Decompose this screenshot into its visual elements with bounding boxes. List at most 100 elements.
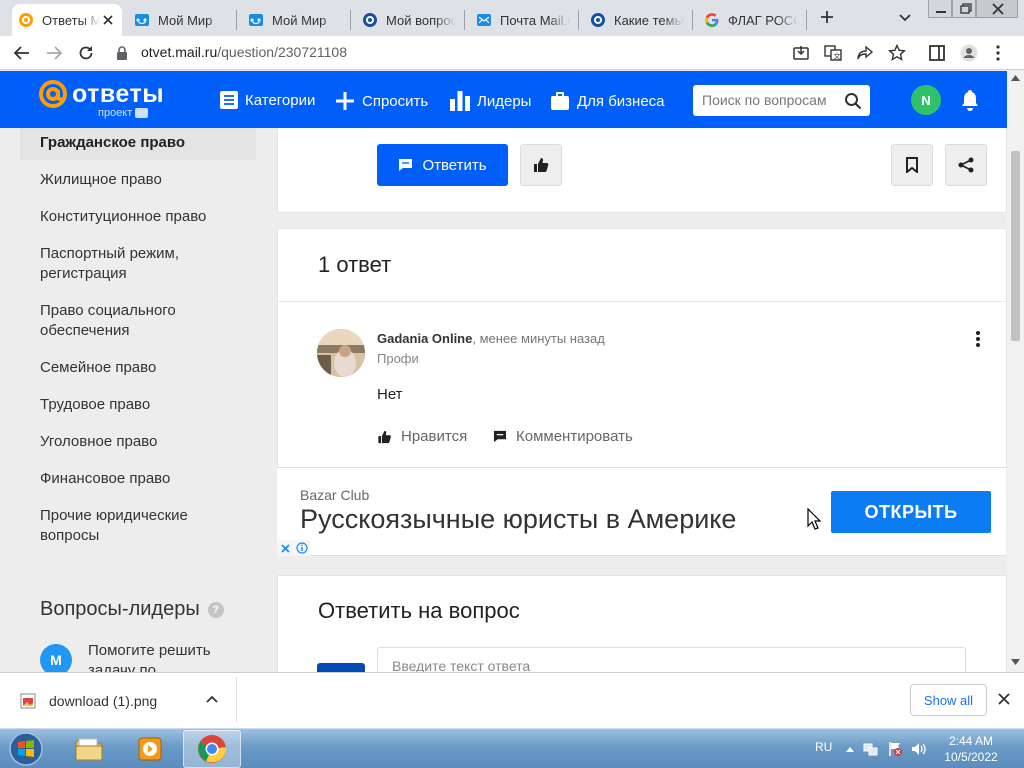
browser-menu-icon[interactable] bbox=[994, 44, 1002, 62]
taskbar-explorer[interactable] bbox=[60, 730, 118, 768]
tab-moimir-2[interactable]: Мой Мир bbox=[242, 4, 348, 36]
bookmark-button[interactable] bbox=[891, 144, 933, 186]
system-clock[interactable]: 2:44 AM 10/5/2022 bbox=[940, 733, 1002, 765]
tab-search-chevron-icon[interactable] bbox=[897, 9, 913, 25]
new-tab-plus-icon[interactable] bbox=[816, 6, 838, 28]
action-center-flag-icon[interactable] bbox=[887, 741, 903, 757]
sidebar-item-criminal-law[interactable]: Уголовное право bbox=[20, 432, 256, 452]
clock-time: 2:44 AM bbox=[948, 734, 994, 748]
forward-arrow-icon[interactable] bbox=[45, 44, 63, 62]
profile-icon[interactable] bbox=[960, 44, 978, 62]
scrollbar-thumb[interactable] bbox=[1011, 151, 1020, 341]
sidebar-item-passport-registration[interactable]: Паспортный режим, регистрация bbox=[20, 244, 256, 284]
like-question-button[interactable] bbox=[520, 144, 562, 186]
language-indicator[interactable]: RU bbox=[815, 740, 832, 754]
minimize-button[interactable] bbox=[928, 0, 952, 18]
nav-label: Категории bbox=[245, 91, 316, 109]
search-input[interactable]: Поиск по вопросам bbox=[693, 85, 870, 116]
tab-otvety[interactable]: Ответы Mail.ru bbox=[12, 4, 122, 36]
otvety-logo[interactable]: ответы проект bbox=[38, 79, 165, 119]
advertisement-banner[interactable]: Bazar Club Русскоязычные юристы в Америк… bbox=[277, 467, 1006, 556]
chevron-up-icon[interactable] bbox=[206, 695, 218, 703]
sidebar-item-housing-law[interactable]: Жилищное право bbox=[20, 170, 256, 190]
site-header: ответы проект Категории Спросить Лидеры … bbox=[0, 71, 1007, 128]
restore-button[interactable] bbox=[952, 0, 976, 18]
install-app-icon[interactable] bbox=[792, 44, 810, 62]
close-icon[interactable] bbox=[280, 543, 291, 554]
user-avatar[interactable]: N bbox=[911, 85, 941, 115]
logo-text: ответы bbox=[72, 79, 165, 108]
translate-icon[interactable]: 文 bbox=[824, 44, 842, 62]
tab-mail[interactable]: Почта Mail.ru bbox=[470, 4, 576, 36]
nav-ask[interactable]: Спросить bbox=[335, 91, 428, 111]
sidebar-item-civil-law[interactable]: Гражданское право bbox=[20, 128, 256, 160]
sidepanel-icon[interactable] bbox=[928, 44, 946, 62]
tab-separator bbox=[236, 10, 237, 30]
bookmark-star-icon[interactable] bbox=[888, 44, 906, 62]
tray-expand-icon[interactable] bbox=[845, 745, 855, 753]
reload-icon[interactable] bbox=[77, 44, 95, 62]
vk-badge-icon bbox=[135, 108, 149, 118]
comment-answer-button[interactable]: Комментировать bbox=[493, 428, 633, 445]
sidebar-item-labor-law[interactable]: Трудовое право bbox=[20, 395, 256, 415]
scroll-up-arrow-icon[interactable] bbox=[1011, 75, 1020, 81]
sidebar-item-social-security-law[interactable]: Право социального обеспечения bbox=[20, 301, 256, 341]
leader-avatar[interactable]: M bbox=[40, 644, 72, 672]
nav-leaders[interactable]: Лидеры bbox=[450, 91, 531, 111]
leaders-title-text: Вопросы-лидеры bbox=[40, 598, 200, 620]
comment-icon bbox=[399, 159, 413, 171]
tab-separator bbox=[464, 10, 465, 30]
ad-title[interactable]: Русскоязычные юристы в Америке bbox=[300, 504, 736, 535]
reply-button[interactable]: Ответить bbox=[377, 144, 508, 186]
nav-categories[interactable]: Категории bbox=[220, 91, 315, 109]
volume-icon[interactable] bbox=[911, 741, 927, 757]
answer-author-name[interactable]: Gadania Online bbox=[377, 331, 472, 346]
comment-icon bbox=[493, 430, 507, 443]
answer-more-menu-icon[interactable] bbox=[970, 330, 986, 348]
url-host: otvet.mail.ru bbox=[141, 44, 218, 60]
nav-label: Лидеры bbox=[477, 92, 532, 110]
sidebar-item-constitutional-law[interactable]: Конституционное право bbox=[20, 207, 256, 227]
bell-icon[interactable] bbox=[960, 89, 980, 111]
divider bbox=[236, 677, 237, 722]
scroll-down-arrow-icon[interactable] bbox=[1011, 659, 1020, 665]
url-path: /question/230721108 bbox=[217, 44, 347, 60]
download-file-name[interactable]: download (1).png bbox=[49, 693, 157, 709]
start-button[interactable] bbox=[3, 731, 49, 767]
nav-business[interactable]: Для бизнеса bbox=[550, 91, 665, 111]
show-all-downloads-button[interactable]: Show all bbox=[910, 684, 987, 716]
sidebar-item-other-legal[interactable]: Прочие юридические вопросы bbox=[20, 506, 256, 546]
answer-author-avatar[interactable] bbox=[317, 329, 365, 377]
ad-brand: Bazar Club bbox=[300, 487, 370, 503]
search-icon[interactable] bbox=[844, 92, 862, 110]
image-file-icon bbox=[20, 693, 36, 709]
share-page-icon[interactable] bbox=[856, 44, 874, 62]
adchoices-badge[interactable] bbox=[277, 540, 310, 556]
tab-topics[interactable]: Какие темы bbox=[584, 4, 690, 36]
sidebar-item-financial-law[interactable]: Финансовое право bbox=[20, 469, 256, 489]
tab-moimir-1[interactable]: Мой Мир bbox=[128, 4, 234, 36]
taskbar-chrome[interactable] bbox=[183, 730, 241, 768]
leader-question-link[interactable]: Помогите решить задачу по bbox=[88, 641, 238, 672]
tab-google-flag[interactable]: ФЛАГ РОССИИ bbox=[698, 4, 804, 36]
info-icon[interactable]: ? bbox=[207, 601, 224, 618]
tab-my-question[interactable]: Мой вопрос bbox=[356, 4, 462, 36]
tab-separator bbox=[578, 10, 579, 30]
share-icon bbox=[958, 157, 974, 173]
tab-close-icon[interactable] bbox=[100, 12, 116, 28]
address-bar[interactable]: otvet.mail.ru/question/230721108 bbox=[141, 44, 347, 60]
moimir-icon bbox=[249, 14, 263, 26]
page-scrollbar[interactable] bbox=[1007, 71, 1024, 672]
google-icon bbox=[705, 13, 719, 27]
share-button[interactable] bbox=[945, 144, 987, 186]
close-window-button[interactable] bbox=[976, 0, 1018, 18]
network-icon[interactable] bbox=[863, 741, 879, 757]
ad-open-button[interactable]: ОТКРЫТЬ bbox=[831, 491, 991, 533]
info-icon[interactable] bbox=[295, 542, 308, 554]
back-arrow-icon[interactable] bbox=[13, 44, 31, 62]
sidebar-item-family-law[interactable]: Семейное право bbox=[20, 358, 256, 378]
close-icon[interactable] bbox=[998, 693, 1010, 705]
lock-icon[interactable] bbox=[116, 45, 128, 63]
like-answer-button[interactable]: Нравится bbox=[377, 428, 467, 445]
taskbar-media-player[interactable] bbox=[121, 730, 179, 768]
